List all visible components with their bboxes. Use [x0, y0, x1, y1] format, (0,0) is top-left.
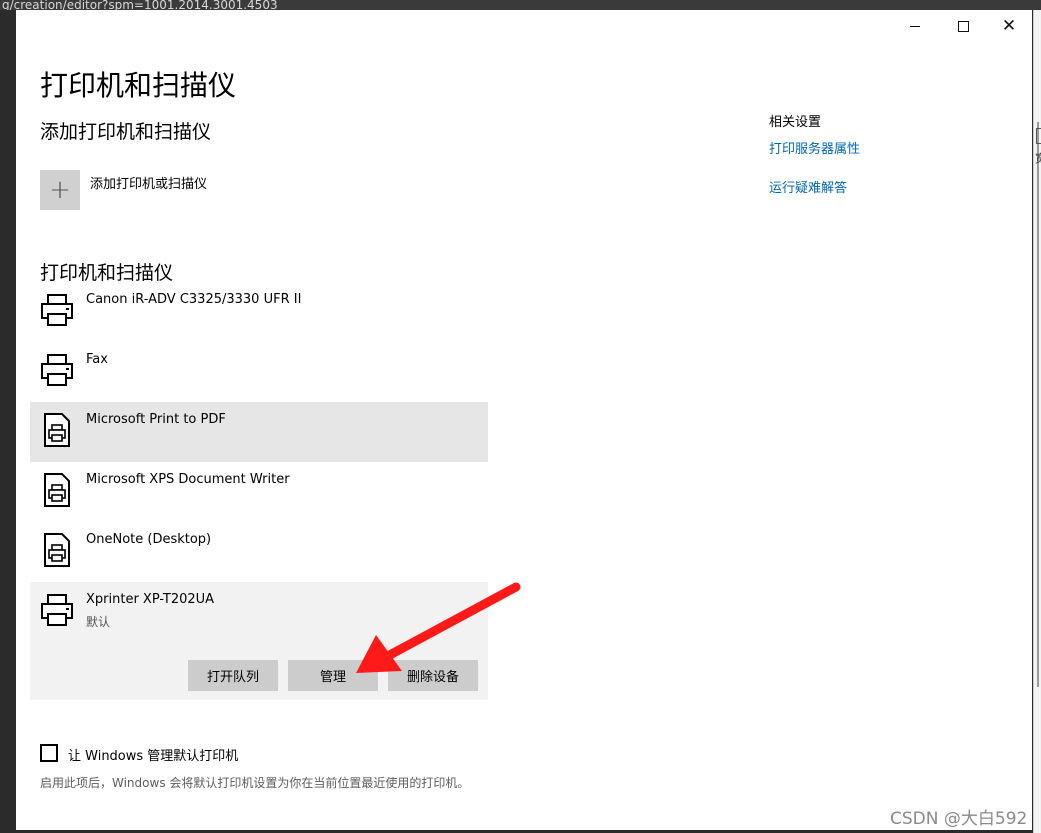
add-printer-button[interactable]: +	[40, 170, 80, 210]
checkbox-description: 启用此项后，Windows 会将默认打印机设置为你在当前位置最近使用的打印机。	[40, 776, 470, 790]
browser-address-strip: g/creation/editor?spm=1001.2014.3001.450…	[0, 0, 1041, 10]
open-queue-button[interactable]: 打开队列	[188, 660, 278, 691]
printer-icon	[41, 354, 73, 386]
maximize-icon	[957, 20, 969, 32]
printer-item-canon[interactable]: Canon iR-ADV C3325/3330 UFR II	[30, 282, 488, 342]
run-troubleshooter-link[interactable]: 运行疑难解答	[769, 177, 847, 196]
printer-icon	[41, 294, 73, 326]
printer-name: Xprinter XP-T202UA	[86, 592, 215, 607]
related-settings-heading: 相关设置	[769, 115, 822, 130]
printers-section-heading: 打印机和扫描仪	[40, 262, 174, 284]
background-text: 宽	[1035, 152, 1041, 165]
printer-item-xps-writer[interactable]: Microsoft XPS Document Writer	[30, 462, 488, 522]
red-arrow-annotation	[356, 582, 521, 673]
document-printer-icon	[44, 473, 70, 507]
printer-name: Microsoft XPS Document Writer	[86, 472, 290, 487]
background-window-edge: 宽	[1033, 10, 1041, 833]
scrollbar[interactable]	[1037, 122, 1039, 687]
printer-item-print-to-pdf[interactable]: Microsoft Print to PDF	[30, 402, 488, 462]
minimize-icon	[910, 25, 920, 27]
add-printer-label[interactable]: 添加打印机或扫描仪	[90, 173, 207, 192]
close-icon: ✕	[1001, 15, 1017, 36]
printer-item-onenote[interactable]: OneNote (Desktop)	[30, 522, 488, 582]
maximize-button[interactable]	[940, 10, 986, 42]
printer-name: Canon iR-ADV C3325/3330 UFR II	[86, 292, 302, 307]
manage-default-printer-checkbox[interactable]	[40, 744, 58, 762]
page-title: 打印机和扫描仪	[40, 69, 237, 102]
minimize-button[interactable]	[892, 10, 938, 42]
close-button[interactable]: ✕	[986, 10, 1032, 42]
watermark: CSDN @大白592	[890, 809, 1028, 829]
plus-icon: +	[49, 175, 71, 205]
printer-name: Microsoft Print to PDF	[86, 412, 226, 427]
settings-window: ✕ 打印机和扫描仪 添加打印机和扫描仪 + 添加打印机或扫描仪 打印机和扫描仪 …	[16, 10, 1032, 830]
background-icon	[1036, 128, 1041, 144]
printer-icon	[41, 594, 73, 626]
document-printer-icon	[44, 533, 70, 567]
checkbox-label[interactable]: 让 Windows 管理默认打印机	[68, 745, 238, 764]
printer-name: Fax	[86, 352, 108, 367]
document-printer-icon	[44, 413, 70, 447]
add-section-heading: 添加打印机和扫描仪	[40, 121, 212, 143]
address-text: g/creation/editor?spm=1001.2014.3001.450…	[2, 0, 278, 10]
print-server-properties-link[interactable]: 打印服务器属性	[769, 138, 860, 157]
printer-item-fax[interactable]: Fax	[30, 342, 488, 402]
printer-name: OneNote (Desktop)	[86, 532, 212, 547]
default-status: 默认	[86, 615, 111, 629]
